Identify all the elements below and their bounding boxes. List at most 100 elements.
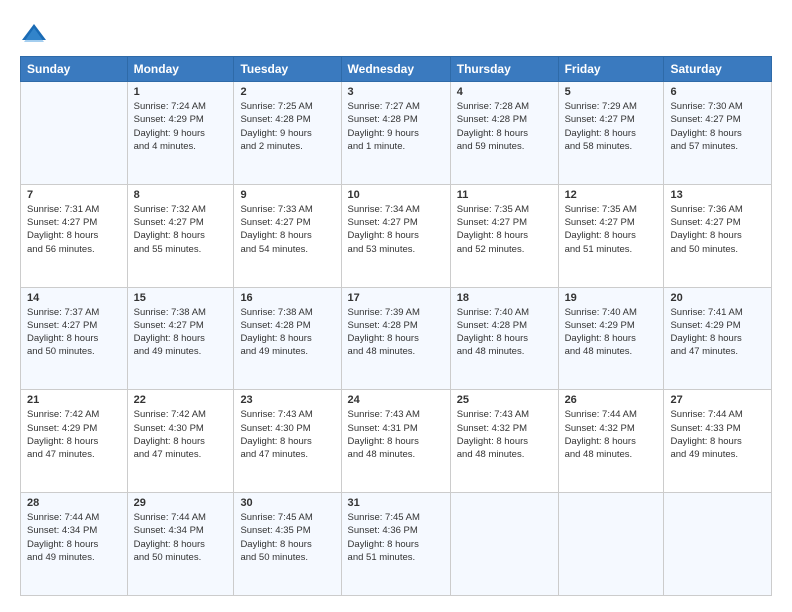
- day-number: 9: [240, 189, 334, 201]
- calendar-cell: 6 Sunrise: 7:30 AM Sunset: 4:27 PM Daylig…: [664, 82, 772, 185]
- cell-details: Sunrise: 7:36 AM Sunset: 4:27 PM Dayligh…: [670, 203, 765, 256]
- calendar-week-4: 21Sunrise: 7:42 AM Sunset: 4:29 PM Dayli…: [21, 390, 772, 493]
- day-number: 15: [134, 292, 228, 304]
- cell-details: Sunrise: 7:25 AM Sunset: 4:28 PM Dayligh…: [240, 100, 334, 153]
- day-number: 23: [240, 394, 334, 406]
- calendar-cell: [21, 82, 128, 185]
- calendar-cell: 5 Sunrise: 7:29 AM Sunset: 4:27 PM Daylig…: [558, 82, 664, 185]
- day-number: 1: [134, 86, 228, 98]
- calendar-cell: 11 Sunrise: 7:35 AM Sunset: 4:27 PM Dayli…: [450, 184, 558, 287]
- calendar-cell: 30 Sunrise: 7:45 AM Sunset: 4:35 PM Dayli…: [234, 493, 341, 596]
- header: [20, 16, 772, 48]
- calendar-week-2: 7Sunrise: 7:31 AM Sunset: 4:27 PM Daylig…: [21, 184, 772, 287]
- cell-details: Sunrise: 7:38 AM Sunset: 4:27 PM Dayligh…: [134, 306, 228, 359]
- day-number: 8: [134, 189, 228, 201]
- day-number: 2: [240, 86, 334, 98]
- cell-details: Sunrise: 7:35 AM Sunset: 4:27 PM Dayligh…: [565, 203, 658, 256]
- weekday-header-tuesday: Tuesday: [234, 57, 341, 82]
- calendar-cell: 15 Sunrise: 7:38 AM Sunset: 4:27 PM Dayli…: [127, 287, 234, 390]
- day-number: 25: [457, 394, 552, 406]
- calendar-cell: 10 Sunrise: 7:34 AM Sunset: 4:27 PM Dayli…: [341, 184, 450, 287]
- cell-details: Sunrise: 7:41 AM Sunset: 4:29 PM Dayligh…: [670, 306, 765, 359]
- cell-details: Sunrise: 7:44 AM Sunset: 4:33 PM Dayligh…: [670, 408, 765, 461]
- calendar-cell: 4Sunrise: 7:28 AM Sunset: 4:28 PM Daylig…: [450, 82, 558, 185]
- cell-details: Sunrise: 7:24 AM Sunset: 4:29 PM Dayligh…: [134, 100, 228, 153]
- calendar-cell: 21Sunrise: 7:42 AM Sunset: 4:29 PM Dayli…: [21, 390, 128, 493]
- calendar-cell: 23 Sunrise: 7:43 AM Sunset: 4:30 PM Dayli…: [234, 390, 341, 493]
- calendar-cell: 31 Sunrise: 7:45 AM Sunset: 4:36 PM Dayli…: [341, 493, 450, 596]
- cell-details: Sunrise: 7:39 AM Sunset: 4:28 PM Dayligh…: [348, 306, 444, 359]
- weekday-header-monday: Monday: [127, 57, 234, 82]
- calendar-body: 1 Sunrise: 7:24 AM Sunset: 4:29 PM Daylig…: [21, 82, 772, 596]
- cell-details: Sunrise: 7:33 AM Sunset: 4:27 PM Dayligh…: [240, 203, 334, 256]
- calendar-cell: 25 Sunrise: 7:43 AM Sunset: 4:32 PM Dayli…: [450, 390, 558, 493]
- calendar-week-5: 28 Sunrise: 7:44 AM Sunset: 4:34 PM Dayli…: [21, 493, 772, 596]
- page: SundayMondayTuesdayWednesdayThursdayFrid…: [0, 0, 792, 612]
- cell-details: Sunrise: 7:45 AM Sunset: 4:36 PM Dayligh…: [348, 511, 444, 564]
- cell-details: Sunrise: 7:40 AM Sunset: 4:29 PM Dayligh…: [565, 306, 658, 359]
- weekday-header-friday: Friday: [558, 57, 664, 82]
- day-number: 6: [670, 86, 765, 98]
- day-number: 12: [565, 189, 658, 201]
- day-number: 14: [27, 292, 121, 304]
- calendar-cell: 18 Sunrise: 7:40 AM Sunset: 4:28 PM Dayli…: [450, 287, 558, 390]
- cell-details: Sunrise: 7:42 AM Sunset: 4:30 PM Dayligh…: [134, 408, 228, 461]
- calendar-cell: 26Sunrise: 7:44 AM Sunset: 4:32 PM Dayli…: [558, 390, 664, 493]
- calendar-cell: 16Sunrise: 7:38 AM Sunset: 4:28 PM Dayli…: [234, 287, 341, 390]
- logo: [20, 20, 52, 48]
- cell-details: Sunrise: 7:44 AM Sunset: 4:34 PM Dayligh…: [27, 511, 121, 564]
- calendar-header: SundayMondayTuesdayWednesdayThursdayFrid…: [21, 57, 772, 82]
- cell-details: Sunrise: 7:40 AM Sunset: 4:28 PM Dayligh…: [457, 306, 552, 359]
- day-number: 21: [27, 394, 121, 406]
- calendar-cell: 24 Sunrise: 7:43 AM Sunset: 4:31 PM Dayli…: [341, 390, 450, 493]
- cell-details: Sunrise: 7:44 AM Sunset: 4:34 PM Dayligh…: [134, 511, 228, 564]
- calendar-cell: 9 Sunrise: 7:33 AM Sunset: 4:27 PM Daylig…: [234, 184, 341, 287]
- day-number: 5: [565, 86, 658, 98]
- calendar-cell: [664, 493, 772, 596]
- day-number: 30: [240, 497, 334, 509]
- calendar-cell: 1 Sunrise: 7:24 AM Sunset: 4:29 PM Daylig…: [127, 82, 234, 185]
- day-number: 29: [134, 497, 228, 509]
- calendar-week-1: 1 Sunrise: 7:24 AM Sunset: 4:29 PM Daylig…: [21, 82, 772, 185]
- logo-icon: [20, 20, 48, 48]
- cell-details: Sunrise: 7:43 AM Sunset: 4:31 PM Dayligh…: [348, 408, 444, 461]
- day-number: 31: [348, 497, 444, 509]
- cell-details: Sunrise: 7:43 AM Sunset: 4:30 PM Dayligh…: [240, 408, 334, 461]
- cell-details: Sunrise: 7:35 AM Sunset: 4:27 PM Dayligh…: [457, 203, 552, 256]
- cell-details: Sunrise: 7:30 AM Sunset: 4:27 PM Dayligh…: [670, 100, 765, 153]
- day-number: 17: [348, 292, 444, 304]
- day-number: 11: [457, 189, 552, 201]
- day-number: 26: [565, 394, 658, 406]
- calendar-cell: 20 Sunrise: 7:41 AM Sunset: 4:29 PM Dayli…: [664, 287, 772, 390]
- calendar-cell: 14 Sunrise: 7:37 AM Sunset: 4:27 PM Dayli…: [21, 287, 128, 390]
- calendar-cell: 17 Sunrise: 7:39 AM Sunset: 4:28 PM Dayli…: [341, 287, 450, 390]
- calendar-cell: 19 Sunrise: 7:40 AM Sunset: 4:29 PM Dayli…: [558, 287, 664, 390]
- calendar-cell: [558, 493, 664, 596]
- day-number: 4: [457, 86, 552, 98]
- day-number: 18: [457, 292, 552, 304]
- weekday-header-saturday: Saturday: [664, 57, 772, 82]
- day-number: 20: [670, 292, 765, 304]
- calendar-cell: 28 Sunrise: 7:44 AM Sunset: 4:34 PM Dayli…: [21, 493, 128, 596]
- weekday-row: SundayMondayTuesdayWednesdayThursdayFrid…: [21, 57, 772, 82]
- day-number: 3: [348, 86, 444, 98]
- cell-details: Sunrise: 7:32 AM Sunset: 4:27 PM Dayligh…: [134, 203, 228, 256]
- weekday-header-thursday: Thursday: [450, 57, 558, 82]
- day-number: 24: [348, 394, 444, 406]
- calendar-cell: 3Sunrise: 7:27 AM Sunset: 4:28 PM Daylig…: [341, 82, 450, 185]
- day-number: 22: [134, 394, 228, 406]
- weekday-header-sunday: Sunday: [21, 57, 128, 82]
- day-number: 19: [565, 292, 658, 304]
- day-number: 7: [27, 189, 121, 201]
- day-number: 10: [348, 189, 444, 201]
- day-number: 13: [670, 189, 765, 201]
- cell-details: Sunrise: 7:45 AM Sunset: 4:35 PM Dayligh…: [240, 511, 334, 564]
- cell-details: Sunrise: 7:29 AM Sunset: 4:27 PM Dayligh…: [565, 100, 658, 153]
- cell-details: Sunrise: 7:38 AM Sunset: 4:28 PM Dayligh…: [240, 306, 334, 359]
- calendar-week-3: 14 Sunrise: 7:37 AM Sunset: 4:27 PM Dayli…: [21, 287, 772, 390]
- cell-details: Sunrise: 7:34 AM Sunset: 4:27 PM Dayligh…: [348, 203, 444, 256]
- day-number: 28: [27, 497, 121, 509]
- cell-details: Sunrise: 7:43 AM Sunset: 4:32 PM Dayligh…: [457, 408, 552, 461]
- cell-details: Sunrise: 7:37 AM Sunset: 4:27 PM Dayligh…: [27, 306, 121, 359]
- calendar-cell: 22 Sunrise: 7:42 AM Sunset: 4:30 PM Dayli…: [127, 390, 234, 493]
